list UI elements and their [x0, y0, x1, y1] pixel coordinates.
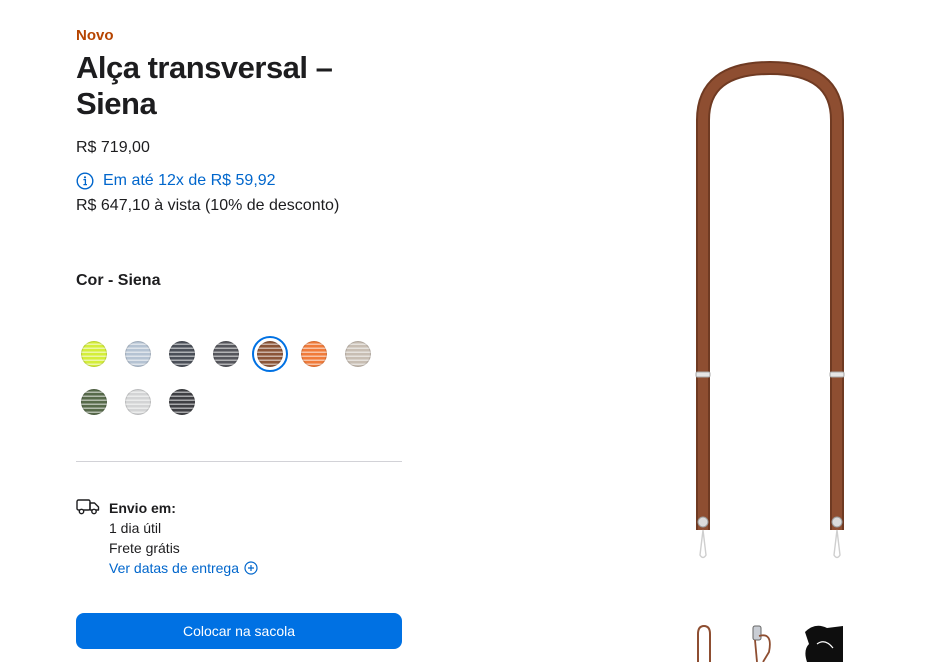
- color-swatch[interactable]: [213, 341, 239, 367]
- delivery-dates-label: Ver datas de entrega: [109, 560, 239, 576]
- color-swatch[interactable]: [301, 341, 327, 367]
- color-swatch[interactable]: [125, 389, 151, 415]
- thumbnail-strap[interactable]: [684, 622, 724, 662]
- product-image: [695, 60, 845, 559]
- delivery-dates-link[interactable]: Ver datas de entrega: [109, 560, 258, 576]
- installments-link[interactable]: Em até 12x de R$ 59,92: [76, 172, 276, 190]
- info-icon: [76, 172, 94, 190]
- thumbnail-strap-phone[interactable]: [743, 622, 783, 662]
- product-title: Alça transversal – Siena: [76, 50, 333, 121]
- color-swatch[interactable]: [169, 341, 195, 367]
- installments-text: Em até 12x de R$ 59,92: [103, 172, 276, 189]
- cash-price: R$ 647,10 à vista (10% de desconto): [76, 197, 340, 214]
- divider: [76, 461, 402, 462]
- truck-icon: [76, 499, 100, 515]
- shipping-title: Envio em:: [109, 500, 176, 516]
- color-swatch[interactable]: [169, 389, 195, 415]
- color-swatch[interactable]: [81, 389, 107, 415]
- new-badge: Novo: [76, 27, 114, 44]
- color-swatch[interactable]: [81, 341, 107, 367]
- color-swatch[interactable]: [345, 341, 371, 367]
- color-label: Cor - Siena: [76, 272, 161, 289]
- plus-circle-icon: [244, 561, 258, 575]
- color-swatch[interactable]: [125, 341, 151, 367]
- color-swatch[interactable]: [252, 336, 288, 372]
- shipping-days: 1 dia útil: [109, 520, 162, 536]
- thumbnail-lifestyle[interactable]: [803, 622, 843, 662]
- add-to-bag-button[interactable]: Colocar na sacola: [76, 613, 402, 649]
- shipping-free: Frete grátis: [109, 540, 180, 556]
- product-price: R$ 719,00: [76, 139, 150, 156]
